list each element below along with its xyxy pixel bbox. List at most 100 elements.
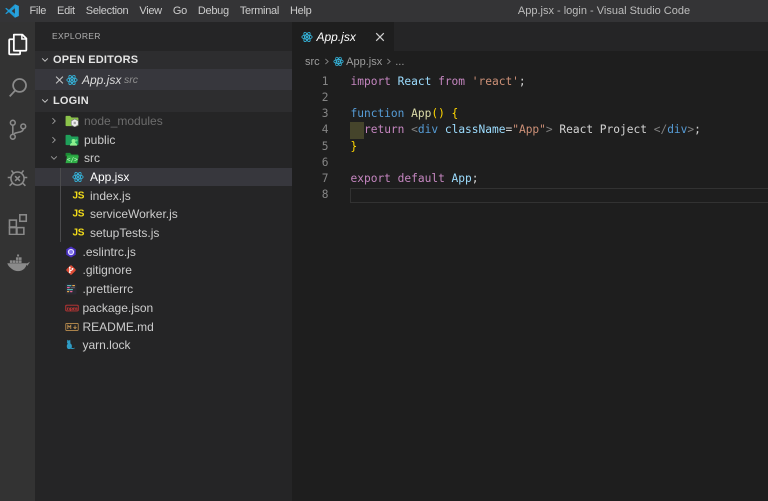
sidebar-title: EXPLORER xyxy=(52,31,101,41)
menu-debug[interactable]: Debug xyxy=(192,0,234,22)
vscode-logo-icon xyxy=(5,4,19,18)
chevron-right-icon xyxy=(52,117,56,124)
code-area[interactable]: 1 import React from 'react'; 2 3 functio… xyxy=(293,72,768,501)
code-token: 'react' xyxy=(471,75,519,88)
breadcrumb-src[interactable]: src xyxy=(305,56,320,68)
tree-item-label: yarn.lock xyxy=(82,338,131,353)
code-text: import React from 'react'; xyxy=(351,74,526,90)
explorer-icon[interactable] xyxy=(5,32,30,57)
titlebar: File Edit Selection View Go Debug Termin… xyxy=(0,0,768,22)
breadcrumb-appjsx[interactable]: App.jsx xyxy=(333,55,383,68)
code-token: React xyxy=(397,75,439,88)
tree-item-packagejson[interactable]: npm package.json xyxy=(35,299,292,318)
code-token: App xyxy=(451,171,472,185)
yarn-icon xyxy=(66,339,76,350)
code-token: > xyxy=(545,123,553,137)
tree-item-src[interactable]: </> src xyxy=(35,149,292,168)
chevron-right-icon xyxy=(52,136,56,143)
code-token: export xyxy=(350,171,398,185)
tree-item-label: public xyxy=(84,132,116,147)
code-token: React Project xyxy=(552,123,654,137)
git-icon xyxy=(66,265,76,276)
tree-item-eslintrc[interactable]: .eslintrc.js xyxy=(35,242,292,261)
vscode-window: File Edit Selection View Go Debug Termin… xyxy=(0,0,768,501)
source-control-icon[interactable] xyxy=(5,117,30,142)
chevron-right-glyph xyxy=(387,58,392,65)
chevron-right-icon xyxy=(322,57,331,66)
line-number: 6 xyxy=(321,155,329,169)
tree-item-public[interactable]: public xyxy=(35,130,292,149)
close-icon[interactable] xyxy=(375,32,385,42)
tree-item-label: src xyxy=(84,151,100,166)
tree-item-serviceworkerjs[interactable]: JS serviceWorker.js xyxy=(35,205,292,224)
code-line-4: 4 return <div className="App"> React Pro… xyxy=(293,122,768,139)
tree-item-setuptestsjs[interactable]: JS setupTests.js xyxy=(35,224,292,243)
indent-guide xyxy=(60,167,61,243)
extensions-icon[interactable] xyxy=(5,210,30,235)
close-icon[interactable] xyxy=(55,75,64,84)
icon-glyph xyxy=(9,119,27,140)
tree-item-appjsx[interactable]: App.jsx xyxy=(35,167,292,187)
folder-node-icon xyxy=(65,115,79,127)
tree-item-label: .eslintrc.js xyxy=(82,244,136,259)
code-line-1: 1 import React from 'react'; xyxy=(293,74,768,90)
menu-help[interactable]: Help xyxy=(284,0,316,22)
js-icon: JS xyxy=(72,208,85,220)
code-token: ; xyxy=(471,171,479,185)
open-editor-description: src xyxy=(124,73,138,86)
tree-item-readme[interactable]: README.md xyxy=(35,317,292,336)
tree-item-yarnlock[interactable]: yarn.lock xyxy=(35,336,292,355)
section-login[interactable]: LOGIN xyxy=(35,90,292,112)
code-token: ; xyxy=(694,123,701,137)
tree-item-prettierrc[interactable]: .prettierrc xyxy=(35,280,292,299)
tree-item-indexjs[interactable]: JS index.js xyxy=(35,186,292,205)
line-number: 3 xyxy=(321,107,329,121)
menu-go[interactable]: Go xyxy=(167,0,192,22)
code-text: } xyxy=(351,139,358,155)
markdown-icon xyxy=(65,322,79,331)
tree-item-label: README.md xyxy=(82,319,154,334)
chevron-down-icon xyxy=(41,98,49,103)
react-icon xyxy=(333,56,344,67)
menu-terminal[interactable]: Terminal xyxy=(234,0,284,22)
open-editor-label: App.jsx xyxy=(82,72,122,87)
menu-edit[interactable]: Edit xyxy=(52,0,81,22)
debug-icon[interactable] xyxy=(5,165,30,190)
tab-label: App.jsx xyxy=(316,29,356,44)
tab-appjsx[interactable]: App.jsx xyxy=(292,22,394,51)
code-token: div xyxy=(667,123,688,137)
line-number: 5 xyxy=(321,139,329,153)
tab-bar: App.jsx xyxy=(292,22,768,51)
react-icon xyxy=(66,74,78,85)
line-number: 7 xyxy=(321,171,329,185)
chevron-right-icon xyxy=(384,57,393,66)
breadcrumb-file-label: App.jsx xyxy=(346,55,383,68)
tree-item-label: .prettierrc xyxy=(82,282,134,297)
tree-item-node-modules[interactable]: node_modules xyxy=(35,112,292,131)
chevron-right-glyph xyxy=(324,58,329,65)
icon-glyph xyxy=(8,33,28,56)
menu-view[interactable]: View xyxy=(134,0,167,22)
open-editors-label: OPEN EDITORS xyxy=(53,54,139,66)
code-token: div xyxy=(417,123,445,137)
code-line-8: 8 xyxy=(293,187,768,203)
npm-icon: npm xyxy=(65,304,79,312)
search-icon[interactable] xyxy=(5,75,30,100)
code-token: from xyxy=(438,75,472,88)
code-token: function xyxy=(350,107,412,121)
docker-icon[interactable] xyxy=(5,252,30,277)
code-token: </ xyxy=(653,123,668,137)
tree-item-gitignore[interactable]: .gitignore xyxy=(35,261,292,280)
section-open-editors[interactable]: OPEN EDITORS xyxy=(35,51,292,69)
editor-group: App.jsx src App.jsx ... 1 import React f… xyxy=(292,22,768,501)
menu-selection[interactable]: Selection xyxy=(80,0,134,22)
code-token: return xyxy=(363,123,412,137)
breadcrumb-symbol[interactable]: ... xyxy=(395,56,404,68)
icon-glyph xyxy=(8,214,28,235)
menu-file[interactable]: File xyxy=(24,0,52,22)
code-text: export default App; xyxy=(351,171,479,187)
line-number: 2 xyxy=(321,91,329,105)
open-editor-item-appjsx[interactable]: App.jsx src xyxy=(35,69,292,90)
code-token: App xyxy=(411,107,432,121)
